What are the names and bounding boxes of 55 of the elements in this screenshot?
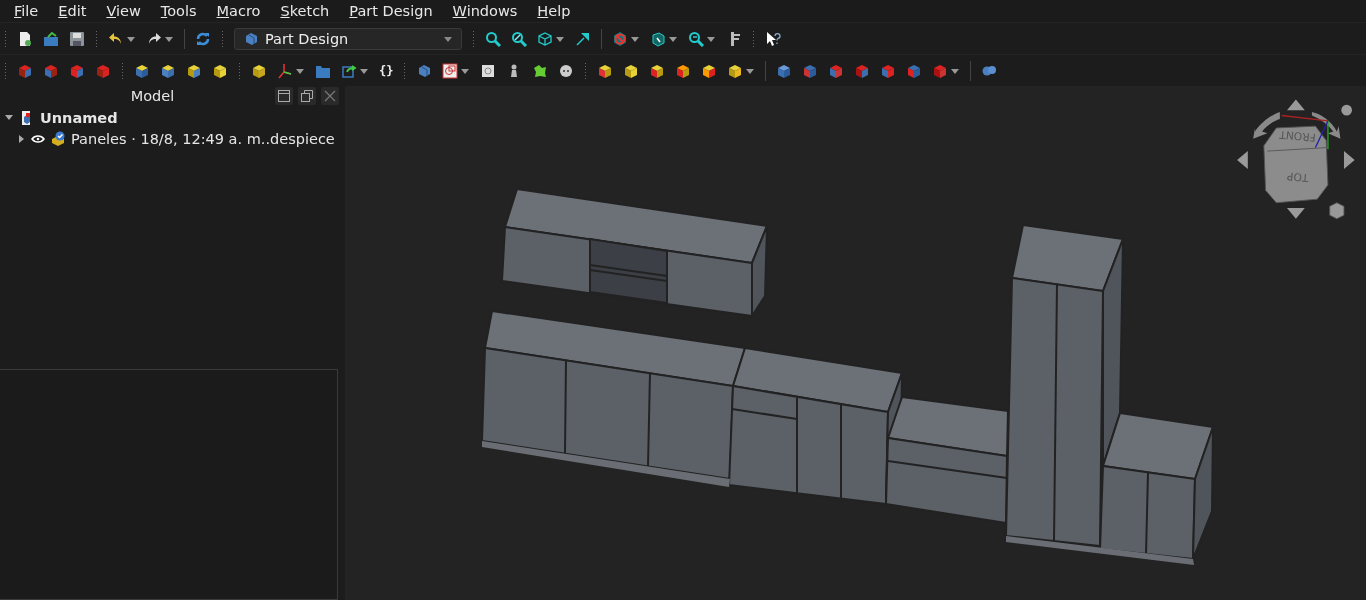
menu-item[interactable]: Sketch: [270, 3, 340, 19]
collapsed-arrow-icon[interactable]: [16, 133, 26, 144]
zoom-icon[interactable]: [485, 30, 501, 47]
open-folder-icon[interactable]: [43, 30, 59, 47]
caret-icon[interactable]: [630, 34, 640, 43]
caret-icon[interactable]: [555, 34, 565, 43]
block-icon[interactable]: [675, 62, 692, 79]
caret-icon[interactable]: [164, 34, 174, 43]
caret-icon[interactable]: [745, 66, 756, 75]
block-icon[interactable]: [776, 62, 793, 79]
menu-item[interactable]: File: [4, 3, 49, 19]
menu-item[interactable]: Tools: [150, 3, 207, 19]
block-icon[interactable]: [701, 62, 718, 79]
tree-item[interactable]: Unnamed: [40, 109, 118, 126]
caret-icon[interactable]: [359, 66, 369, 75]
caret-icon[interactable]: [668, 34, 678, 43]
caret-icon[interactable]: [950, 66, 961, 75]
block-icon[interactable]: [649, 62, 666, 79]
new-document-icon[interactable]: [17, 30, 33, 47]
cursor-question-icon[interactable]: [765, 30, 781, 47]
body-icon[interactable]: [416, 62, 433, 79]
float-icon[interactable]: [298, 87, 316, 105]
caret-icon[interactable]: [295, 66, 305, 75]
no-entry-icon[interactable]: [612, 30, 628, 47]
close-icon[interactable]: [321, 87, 339, 105]
eye-icon[interactable]: [31, 133, 45, 144]
caret-icon[interactable]: [460, 66, 471, 75]
sheet-icon[interactable]: [480, 62, 497, 79]
tree-item[interactable]: Paneles · 18/8, 12:49 a. m..despiece: [71, 130, 335, 147]
menu-item[interactable]: Help: [527, 3, 581, 19]
wireframe-cube-icon[interactable]: [537, 30, 553, 47]
menu-item[interactable]: Part Design: [339, 3, 443, 19]
menu-item[interactable]: Macro: [206, 3, 271, 19]
block-icon[interactable]: [251, 62, 267, 79]
blob-icon[interactable]: [532, 62, 549, 79]
panel-title: Model: [129, 88, 176, 104]
refresh-icon[interactable]: [195, 30, 211, 47]
caret-icon[interactable]: [126, 34, 136, 43]
dock-icon[interactable]: [275, 87, 293, 105]
menu-item[interactable]: View: [96, 3, 151, 19]
zoom-icon[interactable]: [688, 30, 704, 47]
braces-button[interactable]: {}: [379, 63, 394, 78]
block-icon[interactable]: [597, 62, 614, 79]
menu-item[interactable]: Edit: [48, 3, 97, 19]
caret-icon[interactable]: [706, 34, 716, 43]
zoom-icon[interactable]: [511, 30, 527, 47]
menu-item[interactable]: Windows: [442, 3, 528, 19]
axis-icon[interactable]: [277, 62, 293, 79]
sketch-icon[interactable]: [442, 62, 459, 79]
body-check-icon: [50, 130, 66, 147]
workbench-selector[interactable]: Part Design: [234, 27, 462, 50]
caret-icon: [443, 34, 453, 43]
block-icon[interactable]: [623, 62, 640, 79]
cube-icon[interactable]: [727, 62, 744, 79]
body-icon: [243, 30, 259, 47]
